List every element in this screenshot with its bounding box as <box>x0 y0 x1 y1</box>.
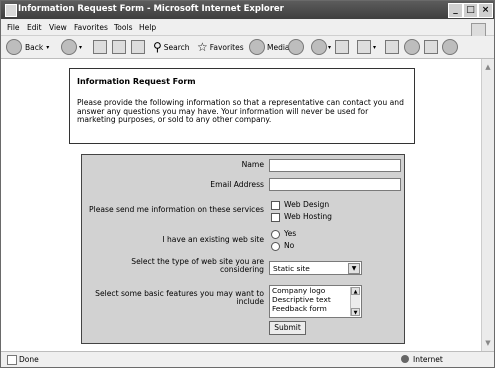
menu-file[interactable]: File <box>7 23 20 32</box>
stop-button[interactable] <box>93 39 107 55</box>
home-icon <box>131 40 145 54</box>
refresh-icon <box>112 40 126 54</box>
scroll-up-icon[interactable]: ▲ <box>351 287 360 295</box>
research-icon <box>424 40 438 54</box>
web-design-label: Web Design <box>284 200 330 209</box>
site-type-selected: Static site <box>273 264 310 273</box>
status-text: Done <box>19 355 39 364</box>
chevron-down-icon[interactable]: ▼ <box>348 263 360 274</box>
discuss-icon <box>385 40 399 54</box>
history-icon <box>288 39 304 55</box>
maximize-button[interactable]: □ <box>463 3 478 18</box>
ie-logo-icon <box>5 4 17 17</box>
page-done-icon <box>7 355 17 365</box>
close-button[interactable]: × <box>478 3 493 18</box>
edit-dropdown-icon: ▾ <box>373 43 377 51</box>
feature-option-feedback-form[interactable]: Feedback form <box>272 305 327 313</box>
scroll-down-arrow-icon[interactable]: ▼ <box>482 337 494 349</box>
existing-no-label: No <box>284 241 295 250</box>
favorites-label: Favorites <box>209 42 244 52</box>
stop-icon <box>93 40 107 54</box>
menu-tools[interactable]: Tools <box>114 23 132 32</box>
print-button[interactable] <box>335 39 349 55</box>
toolbar: Back ▾ ▾ ⚲ Search ☆ Favorites Media ▾ ▾ <box>1 36 494 59</box>
security-zone: Internet <box>413 355 443 364</box>
messenger-icon <box>442 39 458 55</box>
favorites-button[interactable]: ☆ Favorites <box>197 39 244 55</box>
home-button[interactable] <box>131 39 145 55</box>
mail-dropdown-icon: ▾ <box>328 43 332 51</box>
submit-button[interactable]: Submit <box>269 321 306 335</box>
features-scrollbar[interactable]: ▲ ▼ <box>350 287 360 316</box>
name-input[interactable] <box>269 159 401 172</box>
existing-no-radio[interactable] <box>271 242 280 251</box>
browser-window: Information Request Form - Microsoft Int… <box>0 0 495 368</box>
research-button[interactable] <box>424 39 438 55</box>
back-button[interactable]: Back ▾ <box>6 39 49 55</box>
features-listbox[interactable]: Company logo Descriptive text Feedback f… <box>269 285 362 318</box>
search-button[interactable]: ⚲ Search <box>153 39 190 55</box>
web-hosting-label: Web Hosting <box>284 212 333 221</box>
scroll-down-icon[interactable]: ▼ <box>351 308 360 316</box>
media-label: Media <box>267 42 290 52</box>
search-icon: ⚲ <box>153 40 162 54</box>
existing-yes-label: Yes <box>284 229 297 238</box>
forward-dropdown-icon: ▾ <box>79 43 83 51</box>
email-label: Email Address <box>210 180 264 189</box>
history-button[interactable] <box>288 39 304 55</box>
feature-option-descriptive-text[interactable]: Descriptive text <box>272 296 331 304</box>
scroll-up-arrow-icon[interactable]: ▲ <box>482 61 494 73</box>
page-title: Information Request Form <box>77 77 196 86</box>
intro-text: Please provide the following information… <box>77 98 404 124</box>
request-form: Name Email Address Please send me inform… <box>81 154 405 344</box>
menu-help[interactable]: Help <box>139 23 156 32</box>
menu-bar: File Edit View Favorites Tools Help <box>1 20 494 38</box>
services-label: Please send me information on these serv… <box>89 205 264 214</box>
forward-button[interactable]: ▾ <box>61 39 82 55</box>
site-type-label-line2: considering <box>219 265 264 274</box>
name-label: Name <box>241 160 264 169</box>
existing-yes-radio[interactable] <box>271 230 280 239</box>
edit-button[interactable]: ▾ <box>357 39 376 55</box>
email-input[interactable] <box>269 178 401 191</box>
chat-bubble-icon <box>404 39 420 55</box>
media-icon <box>249 39 265 55</box>
printer-icon <box>335 40 349 54</box>
media-button[interactable]: Media <box>249 39 290 55</box>
back-label: Back <box>25 42 44 52</box>
discuss-button[interactable] <box>385 39 399 55</box>
intro-box: Information Request Form Please provide … <box>69 68 415 144</box>
messenger-chat-button[interactable] <box>404 39 420 55</box>
window-title: Information Request Form - Microsoft Int… <box>18 4 284 14</box>
web-hosting-checkbox[interactable] <box>271 213 280 222</box>
existing-site-label: I have an existing web site <box>162 235 264 244</box>
menu-edit[interactable]: Edit <box>27 23 42 32</box>
features-label-line2: include <box>236 297 264 306</box>
minimize-button[interactable]: _ <box>448 3 463 18</box>
web-design-checkbox[interactable] <box>271 201 280 210</box>
title-bar: Information Request Form - Microsoft Int… <box>1 1 494 19</box>
feature-option-company-logo[interactable]: Company logo <box>272 287 325 295</box>
star-icon: ☆ <box>197 40 208 54</box>
mail-icon <box>311 39 327 55</box>
search-label: Search <box>163 42 190 52</box>
forward-arrow-icon <box>61 39 77 55</box>
menu-favorites[interactable]: Favorites <box>74 23 108 32</box>
page-content: Information Request Form Please provide … <box>1 59 481 351</box>
messenger-button[interactable] <box>442 39 458 55</box>
site-type-select[interactable]: Static site ▼ <box>269 261 362 275</box>
page-scrollbar[interactable]: ▲ ▼ <box>481 59 494 351</box>
internet-globe-icon <box>401 355 409 363</box>
back-dropdown-icon: ▾ <box>46 43 50 51</box>
refresh-button[interactable] <box>112 39 126 55</box>
edit-page-icon <box>357 40 371 54</box>
back-arrow-icon <box>6 39 22 55</box>
status-bar: Done Internet <box>1 351 494 367</box>
mail-button[interactable]: ▾ <box>311 39 331 55</box>
menu-view[interactable]: View <box>49 23 67 32</box>
